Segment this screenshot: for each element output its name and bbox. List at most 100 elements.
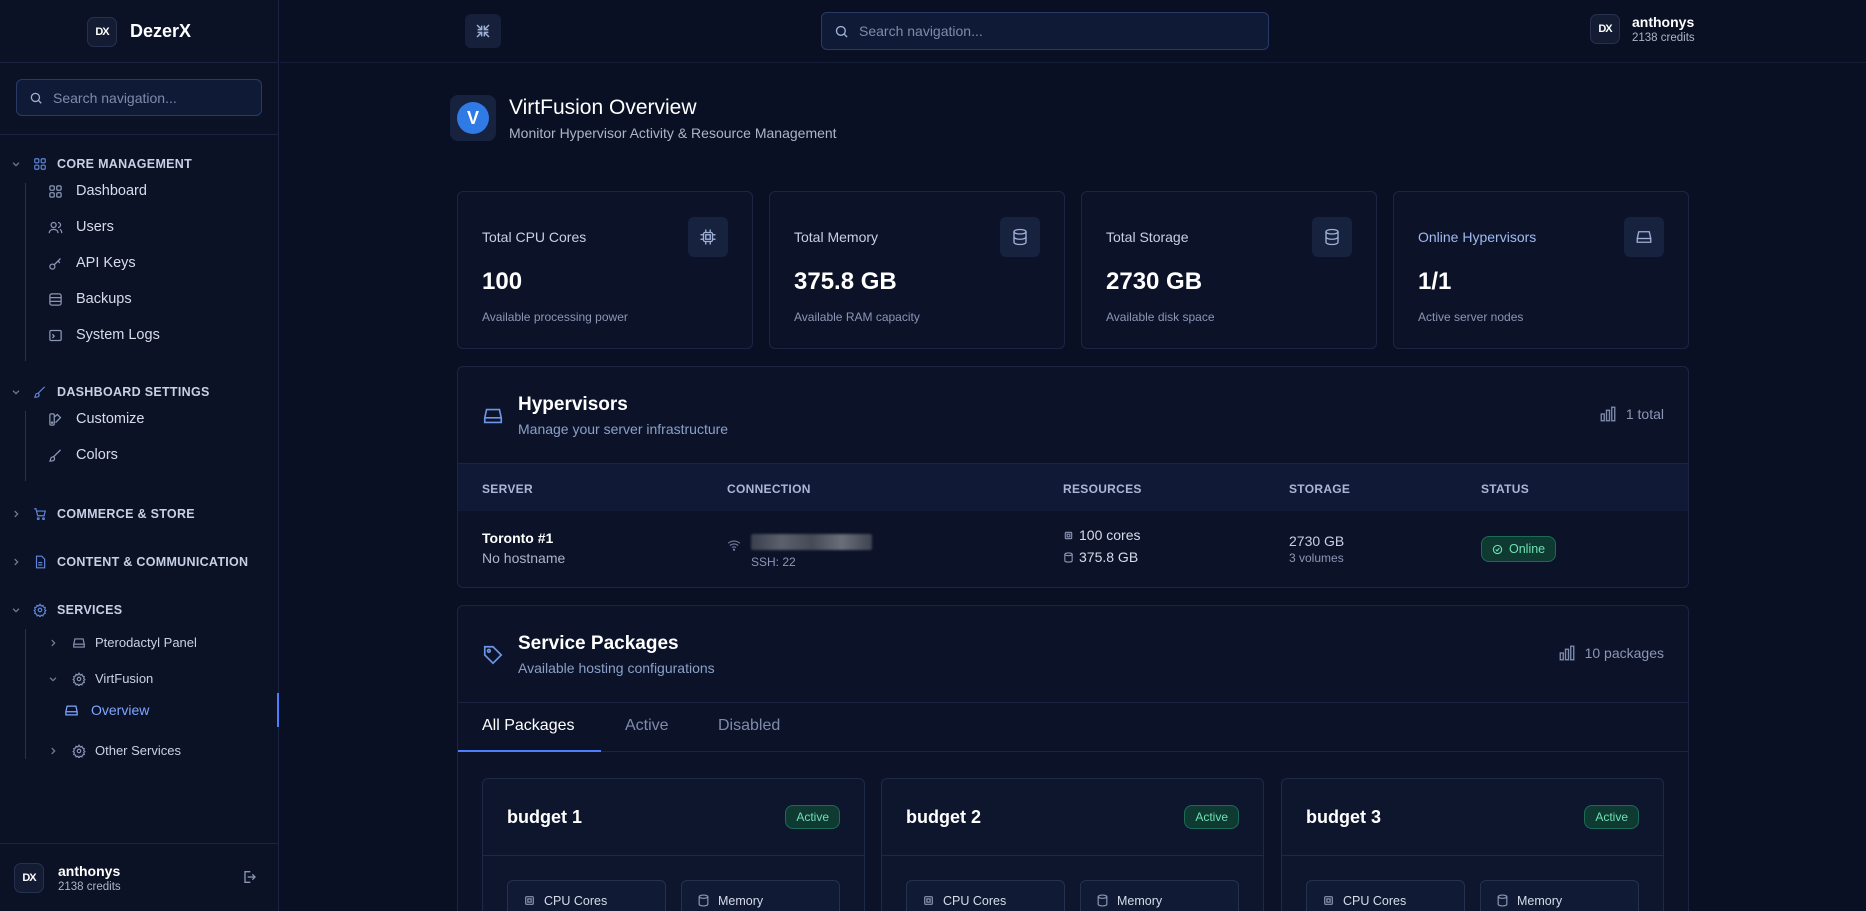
- cpu-icon: [688, 217, 728, 257]
- brush-icon: [33, 385, 47, 399]
- package-card[interactable]: budget 2 Active CPU Cores Memory: [881, 778, 1264, 911]
- server-icon: [1624, 217, 1664, 257]
- bar-chart-icon: [1599, 405, 1617, 423]
- section-label: CORE MANAGEMENT: [57, 157, 193, 171]
- avatar: DX: [14, 862, 44, 893]
- section-services[interactable]: SERVICES: [0, 603, 122, 617]
- package-card[interactable]: budget 3 Active CPU Cores Memory: [1281, 778, 1664, 911]
- top-bar: Search navigation... DX anthonys 2138 cr…: [280, 0, 1866, 63]
- package-card[interactable]: budget 1 Active CPU Cores Memory: [482, 778, 865, 911]
- cart-icon: [33, 507, 47, 521]
- users-icon: [48, 220, 64, 235]
- page-subtitle: Monitor Hypervisor Activity & Resource M…: [509, 124, 837, 141]
- cpu-icon: [523, 894, 536, 907]
- package-name: budget 3: [1306, 807, 1381, 827]
- database-icon: [1096, 894, 1109, 907]
- sidebar-item-label: Other Services: [95, 743, 181, 758]
- stat-label: Total CPU Cores: [482, 229, 587, 245]
- section-core-management[interactable]: CORE MANAGEMENT: [0, 157, 192, 171]
- column-header: STATUS: [1481, 482, 1530, 496]
- section-label: COMMERCE & STORE: [57, 507, 195, 521]
- column-header: SERVER: [482, 482, 533, 496]
- tab-all-packages[interactable]: All Packages: [482, 717, 575, 735]
- wifi-icon: [727, 538, 741, 552]
- section-label: SERVICES: [57, 603, 123, 617]
- sidebar-item-label: Users: [76, 219, 114, 235]
- hypervisors-panel: Hypervisors Manage your server infrastru…: [457, 366, 1689, 588]
- top-user-menu[interactable]: DX anthonys 2138 credits: [1590, 14, 1695, 44]
- chevron-right-icon: [11, 509, 29, 519]
- virtfusion-logo: V: [450, 95, 496, 141]
- brand[interactable]: DX DezerX: [0, 0, 278, 63]
- stat-description: Available processing power: [482, 310, 628, 324]
- check-circle-icon: [1492, 544, 1503, 555]
- package-count: 10 packages: [1558, 644, 1664, 662]
- sidebar-item-users[interactable]: Users: [48, 219, 114, 235]
- database-icon: [1000, 217, 1040, 257]
- spec-memory: Memory: [1480, 880, 1639, 911]
- logout-icon[interactable]: [241, 869, 257, 885]
- resource-cores: 100 cores: [1063, 527, 1140, 543]
- database-icon: [697, 894, 710, 907]
- brand-logo: DX: [87, 17, 117, 47]
- chevron-down-icon: [11, 605, 29, 615]
- package-name: budget 2: [906, 807, 981, 827]
- spec-cpu: CPU Cores: [906, 880, 1065, 911]
- status-badge: Active: [1184, 805, 1239, 829]
- sidebar-item-label: Colors: [76, 447, 118, 463]
- sidebar-item-label: Backups: [76, 291, 132, 307]
- chevron-down-icon: [11, 387, 29, 397]
- sidebar-item-customize[interactable]: Customize: [48, 411, 145, 427]
- sidebar-search-input[interactable]: Search navigation...: [16, 79, 262, 116]
- chevron-right-icon: [11, 557, 29, 567]
- package-tabs: All Packages Active Disabled: [458, 702, 1688, 752]
- page-title: VirtFusion Overview: [509, 95, 697, 119]
- stat-label: Total Storage: [1106, 229, 1189, 245]
- sidebar-item-virtfusion[interactable]: VirtFusion: [48, 671, 153, 686]
- collapse-sidebar-button[interactable]: [465, 14, 501, 48]
- avatar: DX: [1590, 14, 1620, 44]
- stat-value: 100: [482, 268, 523, 295]
- stat-description: Available RAM capacity: [794, 310, 920, 324]
- sidebar-item-label: API Keys: [76, 255, 136, 271]
- sidebar-item-pterodactyl-panel[interactable]: Pterodactyl Panel: [48, 635, 197, 650]
- spec-memory: Memory: [1080, 880, 1239, 911]
- sidebar-item-system-logs[interactable]: System Logs: [48, 327, 160, 343]
- database-icon: [1312, 217, 1352, 257]
- sidebar-search-placeholder: Search navigation...: [53, 89, 177, 106]
- package-name: budget 1: [507, 807, 582, 827]
- bar-chart-icon: [1558, 644, 1576, 662]
- sidebar-item-api-keys[interactable]: API Keys: [48, 255, 136, 271]
- section-dashboard-settings[interactable]: DASHBOARD SETTINGS: [0, 385, 210, 399]
- section-content-communication[interactable]: CONTENT & COMMUNICATION: [0, 555, 248, 569]
- stat-label: Total Memory: [794, 229, 879, 245]
- sidebar-item-dashboard[interactable]: Dashboard: [48, 183, 147, 199]
- active-indicator: [277, 693, 279, 727]
- sidebar-item-label: Dashboard: [76, 183, 147, 199]
- key-icon: [48, 256, 64, 271]
- table-row[interactable]: Toronto #1 No hostname SSH: 22 100 cores…: [458, 511, 1688, 587]
- tab-active[interactable]: Active: [625, 717, 669, 735]
- section-commerce-store[interactable]: COMMERCE & STORE: [0, 507, 195, 521]
- stat-card-cpu: Total CPU Cores 100 Available processing…: [457, 191, 753, 349]
- stat-card-storage: Total Storage 2730 GB Available disk spa…: [1081, 191, 1377, 349]
- cpu-icon: [1063, 530, 1074, 541]
- page-header: V VirtFusion Overview Monitor Hypervisor…: [450, 95, 837, 141]
- ssh-port: SSH: 22: [751, 555, 796, 569]
- sidebar-item-other-services[interactable]: Other Services: [48, 743, 181, 758]
- sidebar-item-backups[interactable]: Backups: [48, 291, 132, 307]
- tab-disabled[interactable]: Disabled: [718, 717, 780, 735]
- sidebar-item-overview[interactable]: Overview: [27, 693, 279, 727]
- server-icon: [72, 636, 86, 650]
- storage-volumes: 3 volumes: [1289, 551, 1344, 565]
- gear-icon: [33, 603, 47, 617]
- spec-memory: Memory: [681, 880, 840, 911]
- grid-icon: [33, 157, 47, 171]
- brush-icon: [48, 448, 64, 463]
- sidebar-item-colors[interactable]: Colors: [48, 447, 118, 463]
- sidebar-user[interactable]: DX anthonys 2138 credits: [0, 843, 279, 911]
- stat-value: 1/1: [1418, 268, 1452, 295]
- top-search-input[interactable]: Search navigation...: [821, 12, 1269, 50]
- chevron-down-icon: [11, 159, 29, 169]
- sidebar-item-label: Pterodactyl Panel: [95, 635, 197, 650]
